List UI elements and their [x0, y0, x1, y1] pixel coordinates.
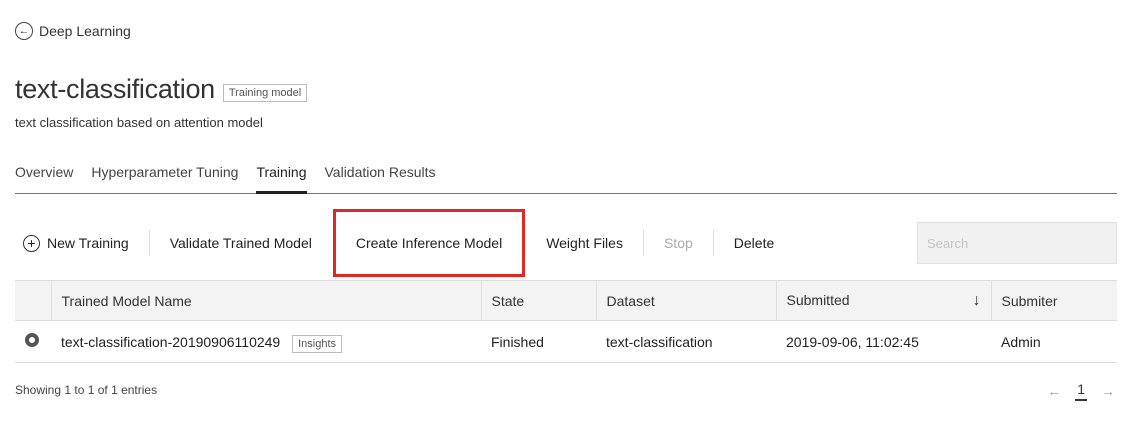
cell-submitted: 2019-09-06, 11:02:45	[776, 320, 991, 363]
plus-circle-icon: +	[23, 234, 40, 252]
page-title: text-classification	[15, 74, 215, 104]
prev-page-icon[interactable]: ←	[1047, 383, 1061, 399]
stop-label: Stop	[663, 235, 693, 251]
cell-dataset: text-classification	[596, 320, 776, 363]
delete-label: Delete	[733, 235, 775, 251]
stop-button[interactable]: Stop	[644, 222, 713, 264]
next-page-icon[interactable]: →	[1101, 383, 1115, 399]
model-type-badge: Training model	[222, 83, 308, 102]
tab-training[interactable]: Training	[256, 164, 307, 194]
validate-label: Validate Trained Model	[169, 235, 312, 251]
table-header-row: Trained Model Name State Dataset Submitt…	[15, 280, 1117, 321]
sort-descending-icon[interactable]: ↓	[973, 292, 981, 310]
weight-files-label: Weight Files	[546, 235, 623, 251]
tab-overview[interactable]: Overview	[15, 164, 73, 194]
column-header-name[interactable]: Trained Model Name	[51, 280, 482, 321]
entries-info: Showing 1 to 1 of 1 entries	[15, 383, 158, 397]
submitted-header-label: Submitted	[786, 291, 850, 308]
table-row[interactable]: text-classification-20190906110249 Insig…	[15, 320, 1117, 363]
tab-bar: Overview Hyperparameter Tuning Training …	[15, 164, 1117, 194]
column-header-state[interactable]: State	[481, 280, 597, 321]
create-inference-model-button[interactable]: Create Inference Model	[332, 209, 526, 277]
new-training-button[interactable]: + New Training	[15, 222, 149, 264]
toolbar: + New Training Validate Trained Model Cr…	[15, 209, 1117, 277]
trained-models-table: Trained Model Name State Dataset Submitt…	[15, 280, 1117, 363]
cell-state: Finished	[481, 320, 596, 363]
delete-button[interactable]: Delete	[714, 222, 794, 264]
column-header-dataset[interactable]: Dataset	[596, 280, 777, 321]
column-header-submitted[interactable]: Submitted ↓	[776, 280, 992, 321]
page-subtitle: text classification based on attention m…	[15, 115, 263, 130]
model-name-text: text-classification-20190906110249	[61, 333, 281, 350]
page-number-1[interactable]: 1	[1075, 381, 1087, 401]
title-row: text-classification Training model	[15, 74, 308, 105]
row-select-cell[interactable]	[15, 320, 51, 363]
back-link[interactable]: ← Deep Learning	[15, 22, 131, 40]
tab-validation-results[interactable]: Validation Results	[325, 164, 436, 194]
create-inference-label: Create Inference Model	[355, 235, 503, 251]
select-column-header	[15, 280, 52, 321]
cell-model-name: text-classification-20190906110249 Insig…	[51, 320, 481, 363]
new-training-label: New Training	[47, 235, 129, 251]
validate-trained-model-button[interactable]: Validate Trained Model	[150, 222, 332, 264]
radio-selected-icon[interactable]	[25, 333, 39, 347]
insights-button[interactable]: Insights	[292, 334, 343, 353]
column-header-submitter[interactable]: Submiter	[991, 280, 1117, 321]
cell-submitter: Admin	[991, 320, 1117, 363]
weight-files-button[interactable]: Weight Files	[526, 222, 643, 264]
pagination: ← 1 →	[1047, 381, 1115, 401]
back-link-label[interactable]: Deep Learning	[39, 23, 131, 39]
tab-hyperparameter-tuning[interactable]: Hyperparameter Tuning	[91, 164, 238, 194]
back-arrow-icon[interactable]: ←	[15, 22, 33, 40]
search-input[interactable]	[917, 222, 1117, 264]
